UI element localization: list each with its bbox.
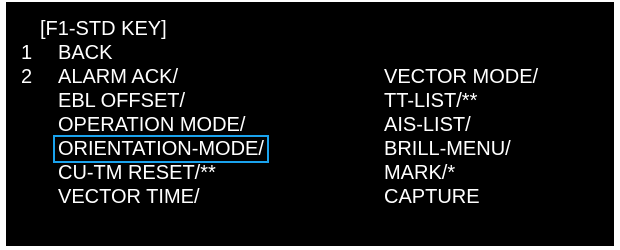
menu-option-ais-list[interactable]: AIS-LIST/	[384, 113, 471, 137]
menu-option-tt-list[interactable]: TT-LIST/**	[384, 89, 477, 113]
menu-option-back[interactable]: BACK	[58, 41, 112, 65]
menu-option-brill-menu[interactable]: BRILL-MENU/	[384, 137, 511, 161]
menu-option-alarm-ack[interactable]: ALARM ACK/	[58, 65, 178, 89]
menu-title: [F1-STD KEY]	[40, 18, 167, 40]
menu-option-capture[interactable]: CAPTURE	[384, 185, 480, 209]
menu-option-vector-time[interactable]: VECTOR TIME/	[58, 185, 200, 209]
menu-option-operation-mode[interactable]: OPERATION MODE/	[58, 113, 245, 137]
menu-option-cu-tm-reset[interactable]: CU-TM RESET/**	[58, 161, 216, 185]
menu-option-vector-mode[interactable]: VECTOR MODE/	[384, 65, 538, 89]
item-number-2: 2	[21, 66, 33, 88]
item-number-1: 1	[21, 42, 33, 64]
menu-option-mark[interactable]: MARK/*	[384, 161, 455, 185]
f1-std-key-menu-screen: [F1-STD KEY] 1 BACK 2 ALARM ACK/ VECTOR …	[6, 2, 614, 246]
menu-option-ebl-offset[interactable]: EBL OFFSET/	[58, 89, 185, 113]
menu-option-orientation-mode[interactable]: ORIENTATION-MODE/	[53, 135, 269, 163]
